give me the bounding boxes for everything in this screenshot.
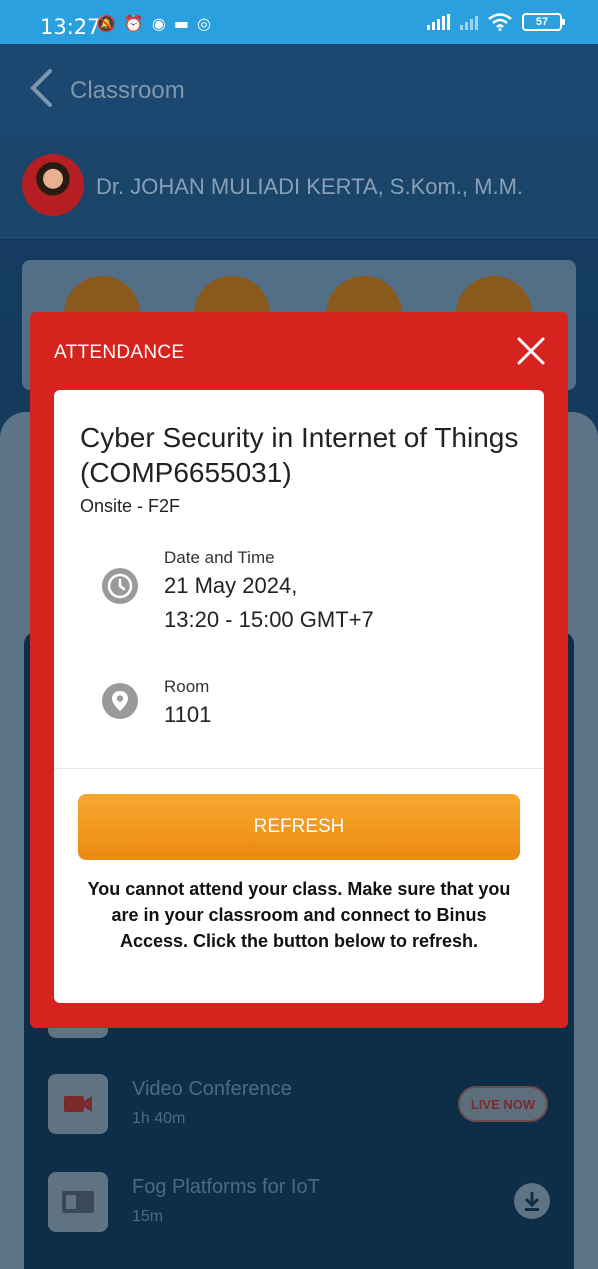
wifi-icon [488, 13, 512, 31]
download-icon[interactable] [514, 1183, 550, 1219]
clock-icon [102, 568, 138, 604]
attendance-warning: You cannot attend your class. Make sure … [87, 879, 511, 951]
list-item-title: Video Conference [132, 1078, 292, 1100]
discord-icon: ◉ [151, 14, 174, 33]
list-item[interactable]: Fog Platforms for IoT 15m [48, 1172, 558, 1236]
course-mode: Onsite - F2F [80, 496, 181, 516]
location-pin-icon [102, 683, 138, 719]
mute-icon: 🔕 [96, 14, 124, 33]
battery-icon: 57 [522, 13, 565, 31]
divider [54, 768, 544, 769]
attendance-modal: ATTENDANCE Cyber Security in Internet of… [30, 312, 568, 1028]
course-title: Cyber Security in Internet of Things (CO… [80, 422, 519, 488]
back-arrow-icon[interactable] [28, 68, 54, 108]
message-icon: ▬ [173, 14, 197, 33]
close-icon[interactable] [514, 334, 548, 368]
chrome-icon: ◎ [196, 14, 219, 33]
time-value: 13:20 - 15:00 GMT+7 [164, 607, 374, 632]
app-header: Classroom [0, 44, 598, 136]
attendance-card: Cyber Security in Internet of Things (CO… [54, 390, 544, 1003]
live-now-badge[interactable]: LIVE NOW [458, 1086, 548, 1122]
avatar [22, 154, 84, 216]
modal-title: ATTENDANCE [54, 342, 185, 363]
lecturer-row[interactable]: Dr. JOHAN MULIADI KERTA, S.Kom., M.M. [0, 136, 598, 238]
notification-icons: 🔕⏰◉▬◎ [96, 14, 219, 33]
slides-icon [48, 1172, 108, 1232]
alarm-icon: ⏰ [123, 14, 152, 33]
date-time-label: Date and Time [164, 548, 275, 567]
signal-icon [427, 14, 450, 30]
signal-2-icon [460, 14, 478, 30]
date-value: 21 May 2024, [164, 573, 298, 598]
status-bar: 13:27 🔕⏰◉▬◎ 57 [0, 0, 598, 44]
room-label: Room [164, 677, 210, 696]
status-time: 13:27 [40, 15, 101, 39]
lecturer-name: Dr. JOHAN MULIADI KERTA, S.Kom., M.M. [96, 174, 524, 199]
page-title: Classroom [70, 77, 185, 104]
list-item-duration: 15m [132, 1208, 164, 1225]
video-camera-icon [48, 1074, 108, 1134]
list-item-duration: 1h 40m [132, 1110, 186, 1127]
list-item-title: Fog Platforms for IoT [132, 1176, 320, 1198]
room-value: 1101 [164, 702, 212, 727]
refresh-button[interactable]: REFRESH [78, 794, 520, 860]
